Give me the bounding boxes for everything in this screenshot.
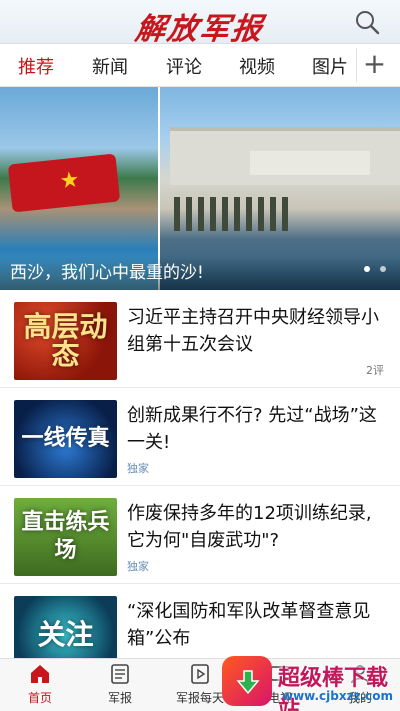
flag-graphic: ★ <box>7 153 121 213</box>
play-icon <box>191 664 209 684</box>
ship-deck <box>250 151 370 175</box>
thumbnail-caption: 关注 <box>37 618 94 651</box>
nav-label: 首页 <box>27 691 52 705</box>
news-title: 作废保持多年的12项训练纪录,它为何"自废武功"? <box>127 503 372 551</box>
watermark-logo <box>222 656 272 706</box>
exclusive-tag: 独家 <box>127 462 149 475</box>
ship-graphic <box>170 127 400 185</box>
watermark-url: www.cjbxzz.com <box>282 689 393 703</box>
hero-banner[interactable]: ★ 西沙，我们心中最重的沙! <box>0 87 400 290</box>
thumbnail-caption: 高层动态 <box>23 310 108 371</box>
list-item[interactable]: 直击练兵场 作废保持多年的12项训练纪录,它为何"自废武功"? 独家 <box>0 486 400 584</box>
news-thumbnail: 一线传真 <box>14 400 117 478</box>
watermark: 超级棒下载站 www.cjbxzz.com <box>220 652 400 711</box>
news-title: “深化国防和军队改革督查意见箱”公布 <box>127 601 371 649</box>
watermark-name: 超级棒下载站 <box>278 666 389 711</box>
tab-recommend[interactable]: 推荐 <box>18 53 54 79</box>
news-title: 习近平主持召开中央财经领导小组第十五次会议 <box>127 307 379 355</box>
nav-home[interactable]: 首页 <box>5 663 75 706</box>
list-item[interactable]: 高层动态 习近平主持召开中央财经领导小组第十五次会议 2评 <box>0 290 400 388</box>
thumbnail-caption: 一线传真 <box>21 426 110 451</box>
category-tabs: 推荐 新闻 评论 视频 图片 + <box>0 44 400 87</box>
hero-caption: 西沙，我们心中最重的沙! <box>0 256 400 290</box>
app-root: 解放军报 推荐 新闻 评论 视频 图片 + ★ 西沙，我们心中最重的沙! 高层动… <box>0 0 400 711</box>
hero-title: 西沙，我们心中最重的沙! <box>10 263 204 283</box>
app-logo: 解放军报 <box>133 12 266 47</box>
comment-count: 2评 <box>366 364 384 377</box>
star-icon: ★ <box>58 167 81 195</box>
home-icon <box>31 665 49 683</box>
news-thumbnail: 直击练兵场 <box>14 498 117 576</box>
news-title: 创新成果行不行? 先过“战场”这一关! <box>127 405 377 453</box>
tab-video[interactable]: 视频 <box>239 53 275 79</box>
tab-news[interactable]: 新闻 <box>92 53 128 79</box>
tab-comment[interactable]: 评论 <box>166 53 202 79</box>
top-bar: 解放军报 <box>0 0 400 47</box>
add-channel-button[interactable]: + <box>356 48 392 82</box>
soldiers-graphic <box>174 197 294 231</box>
tab-photo[interactable]: 图片 <box>312 53 348 79</box>
thumbnail-caption: 直击练兵场 <box>21 510 110 563</box>
download-arrow-icon <box>236 670 260 695</box>
news-thumbnail: 高层动态 <box>14 302 117 380</box>
search-icon[interactable] <box>354 9 380 35</box>
nav-label: 军报 <box>107 691 132 705</box>
carousel-dots <box>359 257 386 276</box>
nav-newspaper[interactable]: 军报 <box>85 663 155 706</box>
list-item[interactable]: 一线传真 创新成果行不行? 先过“战场”这一关! 独家 <box>0 388 400 486</box>
carousel-dot[interactable] <box>380 266 386 272</box>
exclusive-tag: 独家 <box>127 560 149 573</box>
carousel-dot[interactable] <box>363 266 370 272</box>
newspaper-icon <box>111 664 129 684</box>
